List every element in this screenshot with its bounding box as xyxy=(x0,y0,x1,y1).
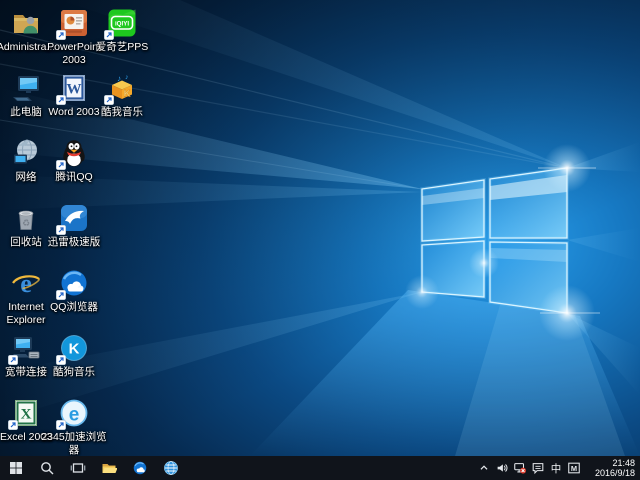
svg-text:K: K xyxy=(69,341,80,358)
desktop-icon-label: 酷狗音乐 xyxy=(41,366,107,379)
chevron-up-icon xyxy=(477,461,491,475)
iqiyi-icon: iQIYI xyxy=(106,7,138,39)
task-view-button[interactable] xyxy=(62,456,93,480)
taskbar-buttons xyxy=(0,456,186,480)
desktop-icon-kugou-music[interactable]: K酷狗音乐 xyxy=(50,332,98,379)
ime-mode[interactable]: M xyxy=(565,456,583,480)
desktop-icon-label: 酷我音乐 xyxy=(89,106,155,119)
broadband-icon xyxy=(10,332,42,364)
svg-text:W: W xyxy=(67,82,82,98)
desktop-icon-qq-browser[interactable]: QQ浏览器 xyxy=(50,267,98,314)
desktop-icon-label: QQ浏览器 xyxy=(41,301,107,314)
search-icon xyxy=(39,460,55,476)
user-folder-icon xyxy=(10,7,42,39)
hidden-icons[interactable] xyxy=(475,456,493,480)
desktop-icons: Administra...PowerPoint 2003iQIYI爱奇艺PPS此… xyxy=(0,0,640,456)
shortcut-arrow-icon xyxy=(56,290,66,300)
search-button[interactable] xyxy=(31,456,62,480)
shortcut-arrow-icon xyxy=(8,420,18,430)
kuwo-music-icon: K♪♪ xyxy=(106,72,138,104)
sphere-browser-icon xyxy=(163,460,179,476)
ie-icon: e xyxy=(10,267,42,299)
ime-language[interactable]: 中 xyxy=(547,456,565,480)
desktop-icon-label: 腾讯QQ xyxy=(41,171,107,184)
shortcut-arrow-icon xyxy=(56,355,66,365)
shortcut-arrow-icon xyxy=(56,95,66,105)
svg-text:♪: ♪ xyxy=(125,74,129,81)
svg-text:中: 中 xyxy=(551,462,562,475)
desktop-icon-kuwo-music[interactable]: K♪♪酷我音乐 xyxy=(98,72,146,119)
svg-text:♻: ♻ xyxy=(22,218,30,228)
svg-text:M: M xyxy=(571,464,577,473)
computer-icon xyxy=(10,72,42,104)
desktop-icon-xunlei[interactable]: 迅雷极速版 xyxy=(50,202,98,249)
desktop-icon-label: 2345加速浏览器 xyxy=(41,431,107,456)
shortcut-arrow-icon xyxy=(56,160,66,170)
word-icon: W xyxy=(58,72,90,104)
action-center[interactable] xyxy=(529,456,547,480)
powerpoint-icon xyxy=(58,7,90,39)
file-explorer-icon xyxy=(101,460,117,476)
browser-2345-icon: e xyxy=(58,397,90,429)
qq-browser-icon xyxy=(132,460,148,476)
svg-text:♪: ♪ xyxy=(117,74,121,83)
desktop-icon-label: 迅雷极速版 xyxy=(41,236,107,249)
shortcut-arrow-icon xyxy=(56,225,66,235)
desktop: Administra...PowerPoint 2003iQIYI爱奇艺PPS此… xyxy=(0,0,640,456)
svg-text:K: K xyxy=(124,89,131,100)
network-globe-icon xyxy=(10,137,42,169)
qq-browser-button[interactable] xyxy=(124,456,155,480)
shortcut-arrow-icon xyxy=(8,355,18,365)
task-view-icon xyxy=(70,460,86,476)
taskbar-empty-area xyxy=(186,456,475,480)
clock-date: 2016/9/18 xyxy=(595,468,635,479)
shortcut-arrow-icon xyxy=(56,420,66,430)
clock-time: 21:48 xyxy=(612,458,635,469)
desktop-icon-tencent-qq[interactable]: 腾讯QQ xyxy=(50,137,98,184)
windows-start-icon xyxy=(8,460,24,476)
taskbar: 中M 21:48 2016/9/18 xyxy=(0,456,640,480)
file-explorer-button[interactable] xyxy=(93,456,124,480)
start-button[interactable] xyxy=(0,456,31,480)
taskbar-clock[interactable]: 21:48 2016/9/18 xyxy=(583,456,640,480)
shortcut-arrow-icon xyxy=(56,30,66,40)
recycle-bin-icon: ♻ xyxy=(10,202,42,234)
kugou-music-icon: K xyxy=(58,332,90,364)
qq-browser-icon xyxy=(58,267,90,299)
excel-icon: X xyxy=(10,397,42,429)
shortcut-arrow-icon xyxy=(104,30,114,40)
svg-text:e: e xyxy=(20,269,32,298)
qq-penguin-icon xyxy=(58,137,90,169)
desktop-icon-powerpoint-2003[interactable]: PowerPoint 2003 xyxy=(50,7,98,67)
volume[interactable] xyxy=(493,456,511,480)
action-center-icon xyxy=(531,461,545,475)
svg-text:iQIYI: iQIYI xyxy=(115,21,129,28)
desktop-icon-iqiyi-pps[interactable]: iQIYI爱奇艺PPS xyxy=(98,7,146,54)
system-tray: 中M xyxy=(475,456,583,480)
speaker-icon xyxy=(495,461,509,475)
browser-sphere-button[interactable] xyxy=(155,456,186,480)
xunlei-bird-icon xyxy=(58,202,90,234)
network-error-icon xyxy=(513,461,527,475)
ime-chinese-icon: 中 xyxy=(549,461,563,475)
svg-text:e: e xyxy=(69,405,80,426)
desktop-icon-internet-explorer[interactable]: eInternet Explorer xyxy=(2,267,50,327)
shortcut-arrow-icon xyxy=(104,95,114,105)
svg-text:X: X xyxy=(21,407,32,423)
network-status[interactable] xyxy=(511,456,529,480)
desktop-icon-2345-browser[interactable]: e2345加速浏览器 xyxy=(50,397,98,456)
desktop-icon-label: 爱奇艺PPS xyxy=(89,41,155,54)
ime-m-icon: M xyxy=(567,461,581,475)
